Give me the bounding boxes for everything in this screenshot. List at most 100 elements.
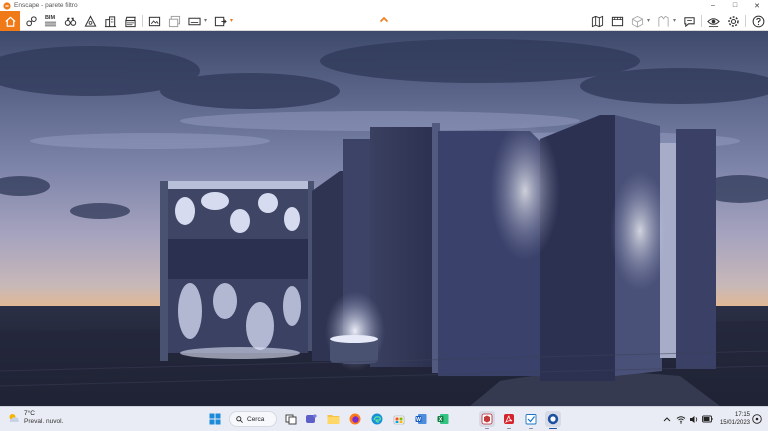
notification-bell-icon	[752, 414, 762, 424]
store-button[interactable]	[391, 411, 407, 427]
asset-dropdown-chevron-icon[interactable]: ▾	[647, 17, 650, 24]
buildings-button[interactable]	[102, 13, 118, 29]
sketchup-icon	[481, 413, 493, 425]
word-button[interactable]: W	[413, 411, 429, 427]
taskbar-clock[interactable]: 17:15 15/01/2023	[720, 411, 750, 427]
calendar-app-button[interactable]	[523, 411, 539, 429]
visual-settings-icon	[706, 17, 720, 27]
enscape-logo-icon	[3, 1, 11, 10]
minimize-button[interactable]: –	[702, 0, 724, 11]
collapse-toolbar-chevron-up-icon[interactable]	[378, 14, 390, 26]
windows-taskbar: 7°C Preval. nuvol. Cerca W X 17:15 15/01…	[0, 406, 768, 431]
video-editor-button[interactable]	[609, 13, 625, 29]
enscape-icon	[547, 413, 559, 425]
map-icon	[591, 15, 603, 27]
edge-button[interactable]	[369, 411, 385, 427]
toolbar-divider	[701, 15, 702, 27]
windows-start-icon	[209, 413, 221, 425]
home-button[interactable]	[0, 11, 20, 31]
export-dropdown-chevron-icon[interactable]: ▾	[230, 17, 233, 24]
binoculars-icon	[64, 17, 76, 26]
search-icon	[236, 415, 243, 423]
settings-button[interactable]	[725, 13, 741, 29]
home-icon	[4, 16, 16, 27]
link-button[interactable]	[24, 13, 38, 29]
battery-button[interactable]	[701, 411, 713, 427]
firefox-icon	[349, 413, 361, 425]
asset-library-icon	[631, 15, 643, 28]
chevron-up-icon	[663, 417, 671, 422]
panorama-button[interactable]	[186, 13, 202, 29]
visual-settings-button[interactable]	[705, 13, 721, 29]
excel-icon: X	[437, 414, 449, 424]
help-icon	[752, 15, 764, 27]
volume-button[interactable]	[688, 411, 700, 427]
maximize-button[interactable]: □	[724, 0, 746, 11]
task-view-button[interactable]	[283, 411, 299, 427]
active-indicator	[529, 427, 533, 429]
bim-button[interactable]: BIM	[42, 13, 58, 29]
export-button[interactable]	[212, 13, 228, 29]
screenshot-button[interactable]	[146, 13, 162, 29]
link-icon	[25, 15, 37, 26]
close-button[interactable]: ✕	[746, 0, 768, 11]
active-indicator	[549, 427, 557, 429]
help-button[interactable]	[750, 13, 766, 29]
clapperboard-icon	[124, 16, 136, 27]
binoculars-button[interactable]	[62, 13, 78, 29]
file-explorer-icon	[327, 415, 339, 424]
clock-date: 15/01/2023	[719, 420, 750, 426]
acrobat-button[interactable]	[501, 411, 517, 429]
show-hidden-icons-button[interactable]	[661, 411, 673, 427]
weather-temperature: 7°C	[24, 410, 35, 417]
material-editor-icon	[657, 15, 669, 27]
batch-render-button[interactable]	[166, 13, 182, 29]
notifications-button[interactable]	[750, 411, 764, 427]
excel-button[interactable]: X	[435, 411, 451, 427]
weather-widget[interactable]: 7°C Preval. nuvol.	[8, 410, 63, 426]
asset-library-button[interactable]	[629, 13, 645, 29]
toolbar-divider	[745, 15, 746, 27]
teams-button[interactable]	[303, 411, 319, 427]
clapperboard-button[interactable]	[122, 13, 138, 29]
weather-condition: Preval. nuvol.	[24, 418, 64, 425]
architectural-render-scene	[0, 31, 768, 406]
svg-text:W: W	[416, 417, 421, 423]
acrobat-icon	[504, 414, 514, 424]
edge-icon	[371, 413, 383, 425]
feedback-icon	[683, 16, 695, 27]
panorama-dropdown-chevron-icon[interactable]: ▾	[204, 17, 207, 24]
teams-icon	[306, 414, 317, 423]
bim-icon	[44, 21, 56, 27]
search-label: Cerca	[247, 415, 265, 423]
material-dropdown-chevron-icon[interactable]: ▾	[673, 17, 676, 24]
batch-render-icon	[168, 15, 180, 27]
cube-perspective-icon	[84, 14, 96, 27]
toolbar-divider	[142, 15, 143, 27]
volume-icon	[690, 415, 698, 423]
map-button[interactable]	[589, 13, 605, 29]
render-viewport[interactable]	[0, 31, 768, 406]
calendar-icon	[525, 414, 537, 425]
active-indicator	[485, 427, 489, 429]
task-view-icon	[285, 414, 297, 425]
start-button[interactable]	[207, 411, 223, 427]
file-explorer-button[interactable]	[325, 411, 341, 427]
feedback-button[interactable]	[681, 13, 697, 29]
store-icon	[393, 415, 405, 425]
word-icon: W	[415, 414, 427, 424]
video-editor-icon	[611, 16, 623, 26]
firefox-button[interactable]	[347, 411, 363, 427]
taskbar-search-box[interactable]: Cerca	[229, 411, 277, 427]
perspective-button[interactable]	[82, 13, 98, 29]
active-indicator	[507, 427, 511, 429]
enscape-taskbar-button[interactable]	[545, 411, 561, 429]
screenshot-icon	[148, 16, 160, 26]
panorama-icon	[187, 17, 201, 25]
material-editor-button[interactable]	[655, 13, 671, 29]
clock-time: 17:15	[734, 412, 750, 418]
window-title: Enscape - parete filtro	[14, 2, 78, 9]
enscape-toolbar: BIM ▾ ▾ ▾ ▾	[0, 11, 768, 31]
sketchup-button[interactable]	[479, 411, 495, 429]
network-button[interactable]	[675, 411, 687, 427]
